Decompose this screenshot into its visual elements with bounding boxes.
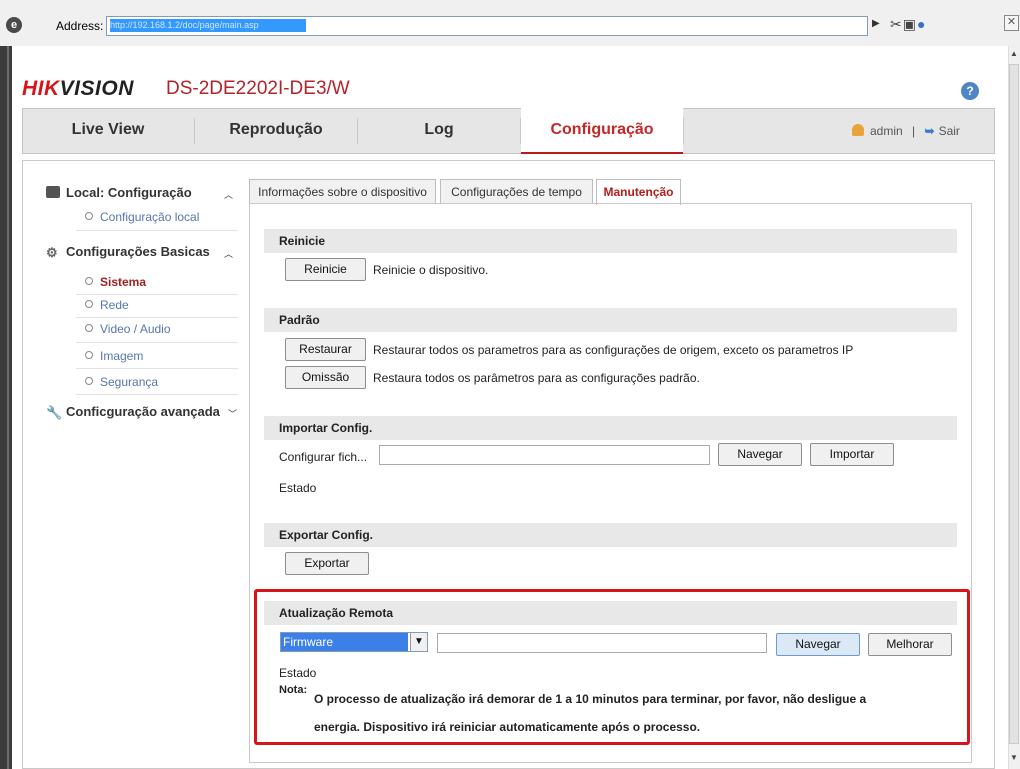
sidebar-divider xyxy=(76,294,238,295)
username[interactable]: admin xyxy=(870,124,903,138)
bullet-icon xyxy=(85,351,93,359)
go-arrow-icon[interactable]: ▶ xyxy=(872,18,880,29)
tab-reproducao[interactable]: Reprodução xyxy=(195,108,357,154)
sidebar-item-sistema[interactable]: Sistema xyxy=(85,275,146,289)
logo-brand: HIK xyxy=(22,77,60,100)
export-button[interactable]: Exportar xyxy=(285,552,369,575)
sidebar-divider xyxy=(76,394,238,395)
bullet-icon xyxy=(85,324,93,332)
user-icon xyxy=(852,124,864,136)
user-area: admin | ➥ Sair xyxy=(852,124,960,138)
reboot-desc: Reinicie o dispositivo. xyxy=(373,263,489,277)
sidebar-local-label: Local: Configuração xyxy=(66,185,192,200)
sidebar-advanced-label: Conficguração avançada xyxy=(66,404,220,419)
tab-live-view[interactable]: Live View xyxy=(22,108,194,154)
sidebar-advanced-head[interactable]: 🔧 Conficguração avançada xyxy=(46,404,220,420)
bullet-icon xyxy=(85,300,93,308)
sidebar-divider xyxy=(76,342,238,343)
section-import-title: Importar Config. xyxy=(264,416,957,440)
window-edge xyxy=(0,46,12,769)
logo-brand-rest: VISION xyxy=(59,77,134,100)
browser-icon: e xyxy=(6,17,22,33)
device-model: DS-2DE2202I-DE3/W xyxy=(166,78,350,99)
user-separator: | xyxy=(912,124,916,138)
tab-configuracao[interactable]: Configuração xyxy=(521,108,683,154)
scroll-up-icon[interactable]: ▲ xyxy=(1008,49,1020,58)
sidebar-item-video-audio[interactable]: Video / Audio xyxy=(85,322,171,336)
subtab-time[interactable]: Configurações de tempo xyxy=(440,179,593,204)
sidebar-item-label: Rede xyxy=(100,298,129,312)
restore-button[interactable]: Restaurar xyxy=(285,338,366,361)
address-label: Address: xyxy=(56,19,104,33)
address-input[interactable]: http://192.168.1.2/doc/page/main.asp xyxy=(106,16,868,36)
logout-link[interactable]: Sair xyxy=(939,124,960,138)
logout-icon[interactable]: ➥ xyxy=(925,124,935,138)
import-button[interactable]: Importar xyxy=(810,443,894,466)
close-icon[interactable]: ✕ xyxy=(1004,15,1019,31)
section-reboot-title: Reinicie xyxy=(264,229,957,253)
reboot-button[interactable]: Reinicie xyxy=(285,258,366,281)
sidebar-divider xyxy=(76,230,238,231)
wrench-icon: 🔧 xyxy=(46,405,63,420)
sidebar-item-label: Configuração local xyxy=(100,210,200,224)
collapse-icon[interactable]: ︿ xyxy=(224,247,233,260)
hikvision-logo: HIKVISION xyxy=(22,77,134,101)
tools-icon[interactable]: ✂▣● xyxy=(890,16,926,33)
sidebar-divider xyxy=(76,368,238,369)
sidebar-local-head[interactable]: Local: Configuração xyxy=(46,185,192,200)
sidebar-item-configuracao-local[interactable]: Configuração local xyxy=(85,210,199,224)
import-browse-button[interactable]: Navegar xyxy=(718,443,802,466)
subtab-manutencao[interactable]: Manutenção xyxy=(596,179,681,205)
sidebar-item-label: Video / Audio xyxy=(100,322,171,336)
import-status-label: Estado xyxy=(279,481,317,495)
section-export-title: Exportar Config. xyxy=(264,523,957,547)
import-file-label: Configurar fich... xyxy=(279,450,368,464)
collapse-icon[interactable]: ︿ xyxy=(224,188,233,201)
bullet-icon xyxy=(85,212,93,220)
sidebar-basic-label: Configurações Basicas xyxy=(66,244,210,259)
highlight-box xyxy=(254,589,970,745)
default-button[interactable]: Omissão xyxy=(285,366,366,389)
bullet-icon xyxy=(85,377,93,385)
address-url: http://192.168.1.2/doc/page/main.asp xyxy=(110,19,306,32)
bullet-icon xyxy=(85,277,93,285)
scroll-down-icon[interactable]: ▼ xyxy=(1008,753,1020,762)
window-edge-highlight xyxy=(7,46,9,769)
gear-icon: ⚙ xyxy=(46,245,58,260)
sidebar-item-label: Sistema xyxy=(100,275,147,289)
help-icon[interactable]: ? xyxy=(961,82,979,100)
nav-divider xyxy=(683,118,684,144)
section-default-title: Padrão xyxy=(264,308,957,332)
restore-desc: Restaurar todos os parametros para as co… xyxy=(373,343,854,357)
sidebar-item-label: Imagem xyxy=(100,349,144,363)
expand-icon[interactable]: ﹀ xyxy=(228,407,237,420)
subtab-device-info[interactable]: Informações sobre o dispositivo xyxy=(249,179,436,204)
sidebar-item-rede[interactable]: Rede xyxy=(85,298,129,312)
monitor-icon xyxy=(46,186,60,198)
import-file-input[interactable] xyxy=(379,445,710,465)
sidebar-item-seguranca[interactable]: Segurança xyxy=(85,375,158,389)
tab-log[interactable]: Log xyxy=(358,108,520,154)
sidebar-item-imagem[interactable]: Imagem xyxy=(85,349,143,363)
scrollbar-thumb[interactable] xyxy=(1009,64,1019,744)
sidebar-basic-head[interactable]: ⚙ Configurações Basicas xyxy=(46,244,210,260)
sidebar-divider xyxy=(76,317,238,318)
sidebar-item-label: Segurança xyxy=(100,375,159,389)
default-desc: Restaura todos os parâmetros para as con… xyxy=(373,371,700,385)
